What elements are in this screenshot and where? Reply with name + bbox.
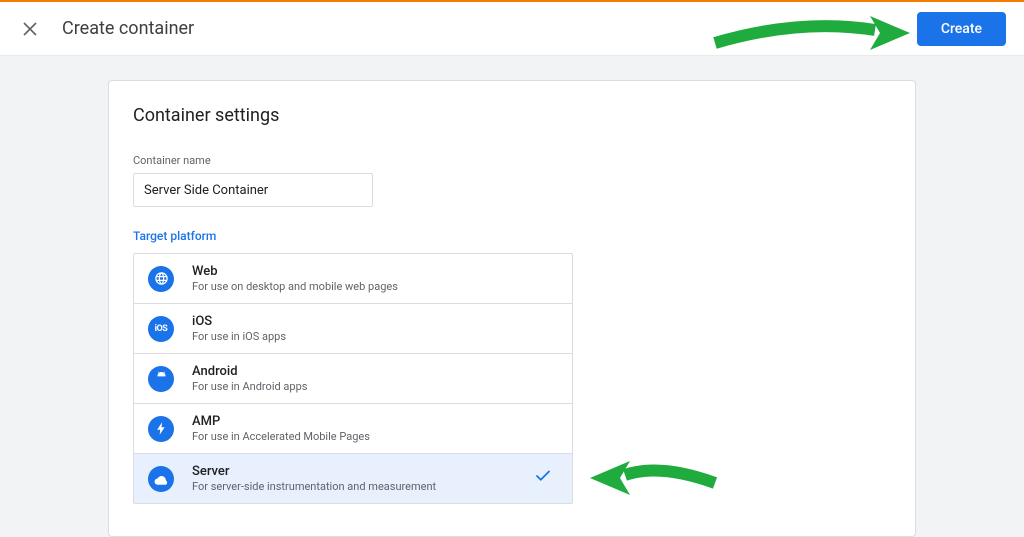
globe-icon <box>148 266 174 292</box>
content-area: Container settings Container name Target… <box>0 56 1024 537</box>
card-title: Container settings <box>133 105 891 126</box>
target-platform-label: Target platform <box>133 229 891 243</box>
platform-title: AMP <box>192 414 558 429</box>
close-button[interactable] <box>18 17 42 41</box>
platform-title: Android <box>192 364 558 379</box>
platform-desc: For use in Android apps <box>192 380 558 393</box>
platform-desc: For use in iOS apps <box>192 330 558 343</box>
server-icon <box>148 466 174 492</box>
platform-title: Web <box>192 264 558 279</box>
platform-title: Server <box>192 464 534 479</box>
platform-item-ios[interactable]: iOS iOS For use in iOS apps <box>134 304 572 354</box>
close-icon <box>23 22 37 36</box>
platform-text: AMP For use in Accelerated Mobile Pages <box>192 414 558 443</box>
platform-item-amp[interactable]: AMP For use in Accelerated Mobile Pages <box>134 404 572 454</box>
amp-icon <box>148 416 174 442</box>
platform-desc: For use in Accelerated Mobile Pages <box>192 430 558 443</box>
platform-text: Android For use in Android apps <box>192 364 558 393</box>
create-button[interactable]: Create <box>917 12 1006 46</box>
header-bar: Create container Create <box>0 2 1024 56</box>
platform-text: iOS For use in iOS apps <box>192 314 558 343</box>
settings-card: Container settings Container name Target… <box>108 80 916 537</box>
header-title: Create container <box>62 18 917 39</box>
platform-text: Server For server-side instrumentation a… <box>192 464 534 493</box>
check-icon <box>534 467 552 490</box>
platform-item-web[interactable]: Web For use on desktop and mobile web pa… <box>134 254 572 304</box>
platform-text: Web For use on desktop and mobile web pa… <box>192 264 558 293</box>
platform-item-android[interactable]: Android For use in Android apps <box>134 354 572 404</box>
container-name-input[interactable] <box>133 173 373 207</box>
platform-desc: For use on desktop and mobile web pages <box>192 280 558 293</box>
platform-desc: For server-side instrumentation and meas… <box>192 480 534 493</box>
platform-list: Web For use on desktop and mobile web pa… <box>133 253 573 504</box>
platform-title: iOS <box>192 314 558 329</box>
ios-icon: iOS <box>148 316 174 342</box>
android-icon <box>148 366 174 392</box>
platform-item-server[interactable]: Server For server-side instrumentation a… <box>134 454 572 503</box>
container-name-label: Container name <box>133 154 891 167</box>
